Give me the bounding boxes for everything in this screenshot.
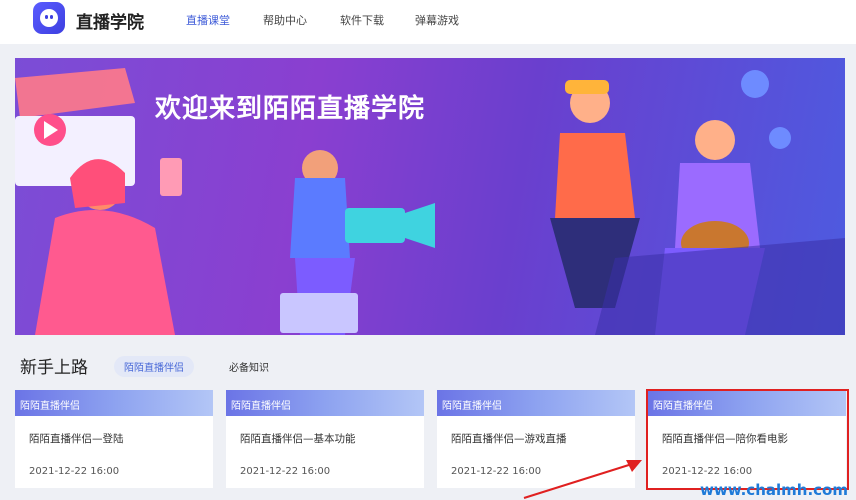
card-category: 陌陌直播伴侣 xyxy=(231,401,291,412)
section-title: 新手上路 xyxy=(20,358,88,378)
banner-illustration xyxy=(15,68,845,335)
card-category: 陌陌直播伴侣 xyxy=(442,401,502,412)
arrow-icon xyxy=(523,460,642,499)
top-nav-bar: 直播学院 直播课堂 帮助中心 软件下载 弹幕游戏 xyxy=(0,0,856,44)
card-header: 陌陌直播伴侣 xyxy=(226,390,424,416)
nav-item-danmaku-games[interactable]: 弹幕游戏 xyxy=(415,12,459,28)
nav-item-help-center[interactable]: 帮助中心 xyxy=(263,12,307,28)
card-date: 2021-12-22 16:00 xyxy=(240,466,331,477)
tab-essential-knowledge[interactable]: 必备知识 xyxy=(219,356,279,377)
card-date: 2021-12-22 16:00 xyxy=(29,466,120,477)
brand-title[interactable]: 直播学院 xyxy=(76,8,144,33)
highlight-box xyxy=(646,389,849,490)
card-category: 陌陌直播伴侣 xyxy=(20,401,80,412)
card-header: 陌陌直播伴侣 xyxy=(437,390,635,416)
card-title[interactable]: 陌陌直播伴侣—登陆 xyxy=(29,431,124,446)
hero-banner[interactable]: 欢迎来到陌陌直播学院 xyxy=(15,58,845,335)
card-title[interactable]: 陌陌直播伴侣—游戏直播 xyxy=(451,431,567,446)
card-title[interactable]: 陌陌直播伴侣—基本功能 xyxy=(240,431,356,446)
nav-item-software-download[interactable]: 软件下载 xyxy=(340,12,384,28)
nav-item-live-class[interactable]: 直播课堂 xyxy=(186,12,230,28)
banner-title: 欢迎来到陌陌直播学院 xyxy=(155,94,426,124)
app-logo-icon[interactable] xyxy=(33,2,65,34)
watermark-text: www.chalmh.com xyxy=(700,481,848,499)
course-card[interactable]: 陌陌直播伴侣 陌陌直播伴侣—基本功能 2021-12-22 16:00 xyxy=(226,390,424,488)
card-header: 陌陌直播伴侣 xyxy=(15,390,213,416)
course-card[interactable]: 陌陌直播伴侣 陌陌直播伴侣—登陆 2021-12-22 16:00 xyxy=(15,390,213,488)
tab-momo-live-companion[interactable]: 陌陌直播伴侣 xyxy=(114,356,194,377)
